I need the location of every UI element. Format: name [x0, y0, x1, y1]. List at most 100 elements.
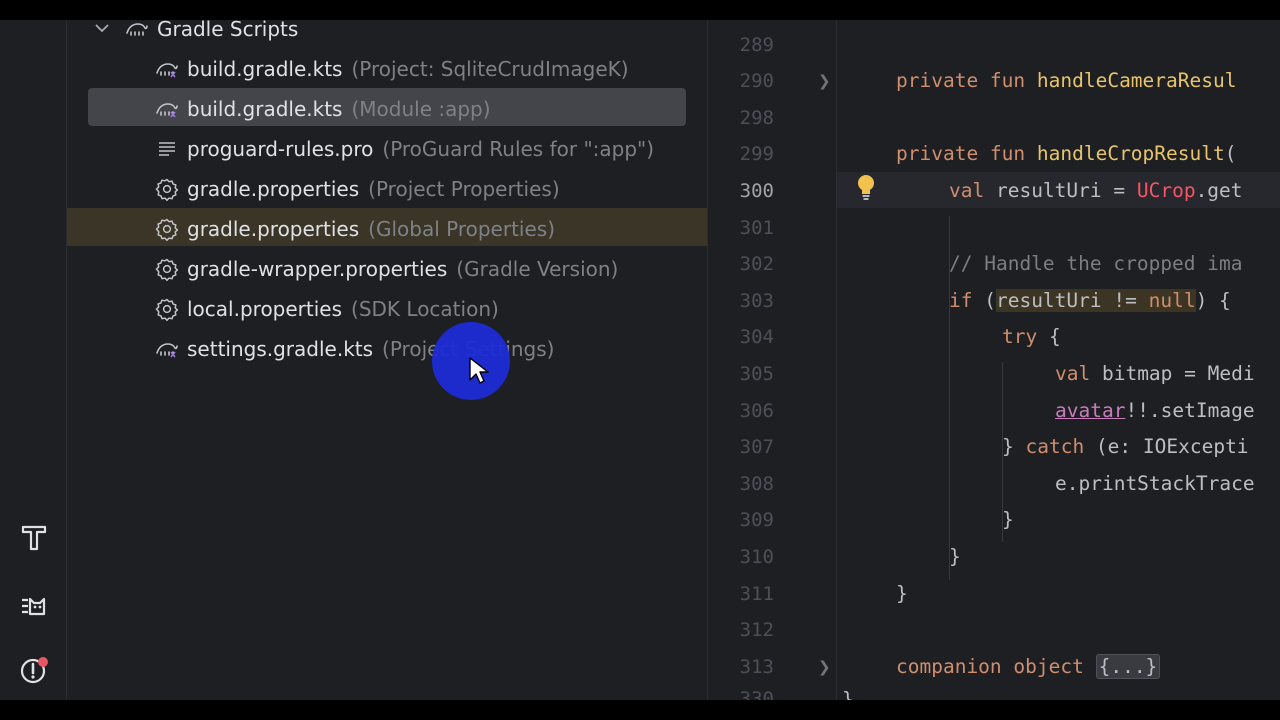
tree-item-name: gradle.properties — [187, 177, 360, 201]
tree-item[interactable]: build.gradle.kts (Module :app) — [153, 90, 793, 128]
code-line-330: } — [842, 688, 854, 700]
line-number: 305 — [739, 363, 774, 385]
code-token: bitmap = Medi — [1090, 362, 1255, 385]
tree-item[interactable]: build.gradle.kts (Project: SqliteCrudIma… — [153, 50, 793, 88]
code-line-308: e.printStackTrace — [1055, 472, 1255, 495]
mouse-pointer-icon — [469, 357, 489, 384]
line-number: 313 — [739, 656, 774, 678]
code-token: ( — [1224, 142, 1237, 165]
gradle-elephant-icon — [123, 20, 151, 43]
gradle-elephant-icon — [153, 95, 181, 123]
tree-item-hint: (Gradle Version) — [456, 257, 619, 281]
line-number: 308 — [739, 473, 774, 495]
line-number: 299 — [739, 143, 774, 165]
line-number: 312 — [739, 619, 774, 641]
collapsed-region[interactable]: {...} — [1095, 654, 1161, 679]
keyword-token: if — [949, 289, 973, 312]
code-line-300: val resultUri = UCrop.get — [949, 179, 1243, 202]
line-number: 330 — [739, 688, 774, 700]
code-line-307: } catch (e: IOExcepti — [1002, 435, 1249, 458]
lightbulb-icon[interactable] — [855, 173, 877, 201]
problems-icon[interactable] — [14, 650, 54, 690]
code-line-305: val bitmap = Medi — [1055, 362, 1255, 385]
code-line-306: avatar!!.setImage — [1055, 399, 1255, 422]
code-line-303: if (resultUri != null) { — [949, 289, 1231, 312]
code-token: resultUri != — [995, 289, 1149, 312]
line-number: 303 — [739, 290, 774, 312]
code-token: ) { — [1195, 289, 1231, 312]
tree-item-name: gradle-wrapper.properties — [187, 257, 448, 281]
keyword-token: private fun — [896, 69, 1037, 92]
build-hammer-icon[interactable] — [14, 518, 54, 558]
tree-item-name: build.gradle.kts — [187, 57, 343, 81]
highlighted-expression: resultUri != null — [995, 289, 1196, 312]
line-number: 304 — [739, 326, 774, 348]
code-token: } — [1002, 435, 1026, 458]
gear-icon — [153, 215, 181, 243]
line-number: 289 — [739, 34, 774, 56]
tree-item-hint: (Project: SqliteCrudImageK) — [351, 57, 629, 81]
tree-item-name: settings.gradle.kts — [187, 337, 374, 361]
code-line-302-comment: // Handle the cropped ima — [949, 252, 1243, 275]
keyword-token: private fun — [896, 142, 1037, 165]
code-token: ( — [972, 289, 996, 312]
gradle-elephant-icon — [153, 335, 181, 363]
tree-item[interactable]: gradle-wrapper.properties (Gradle Versio… — [153, 250, 793, 288]
ide-window: Gradle Scripts build.gradle.kts (Project… — [0, 20, 1280, 700]
tree-item-hint: (SDK Location) — [351, 297, 499, 321]
text-lines-icon — [153, 135, 181, 163]
tree-group-gradle-scripts[interactable]: Gradle Scripts — [91, 20, 731, 48]
tool-window-strip — [0, 20, 67, 700]
tree-group-label: Gradle Scripts — [157, 20, 299, 41]
logcat-cat-icon[interactable] — [14, 586, 54, 626]
code-token: !!.setImage — [1125, 399, 1255, 422]
keyword-token: val — [949, 179, 985, 202]
tree-item-name: local.properties — [187, 297, 343, 321]
code-token: .get — [1195, 179, 1243, 202]
code-line-313: companion object {...} — [896, 654, 1161, 679]
tree-item[interactable]: gradle.properties (Project Properties) — [153, 170, 793, 208]
code-line-290: private fun handleCameraResul — [896, 69, 1236, 92]
code-token: { — [1037, 325, 1061, 348]
tree-item-hint: (Global Properties) — [368, 217, 555, 241]
code-token: resultUri = — [984, 179, 1137, 202]
code-line-311: } — [896, 582, 908, 605]
project-tree: Gradle Scripts build.gradle.kts (Project… — [67, 20, 707, 700]
line-number: 311 — [739, 583, 774, 605]
function-name-token: handleCameraResul — [1036, 69, 1237, 92]
property-token: avatar — [1055, 399, 1126, 422]
line-number: 307 — [739, 436, 774, 458]
line-number: 309 — [739, 509, 774, 531]
gear-icon — [153, 175, 181, 203]
line-number: 290 — [739, 70, 774, 92]
line-number-current: 300 — [739, 180, 774, 202]
function-name-token: handleCropResult — [1036, 142, 1225, 165]
gear-icon — [153, 295, 181, 323]
code-line-309: } — [1002, 508, 1014, 531]
keyword-token: catch — [1025, 435, 1085, 458]
code-line-304: try { — [1002, 325, 1061, 348]
tree-item[interactable]: proguard-rules.pro (ProGuard Rules for "… — [153, 130, 793, 168]
code-line-310: } — [949, 545, 961, 568]
fold-expand-icon[interactable]: ❯ — [818, 658, 831, 676]
line-number: 310 — [739, 546, 774, 568]
gear-icon — [153, 255, 181, 283]
tree-item-hint: (ProGuard Rules for ":app") — [382, 137, 655, 161]
line-number: 301 — [739, 217, 774, 239]
line-number: 302 — [739, 253, 774, 275]
keyword-token: val — [1055, 362, 1091, 385]
line-number: 306 — [739, 400, 774, 422]
tree-item-name: build.gradle.kts — [187, 97, 343, 121]
class-token: UCrop — [1136, 179, 1196, 202]
tree-item-name: gradle.properties — [187, 217, 360, 241]
tree-item-name: proguard-rules.pro — [187, 137, 374, 161]
tree-item[interactable]: gradle.properties (Global Properties) — [153, 210, 793, 248]
tree-item-hint: (Project Properties) — [368, 177, 560, 201]
tree-item-hint: (Module :app) — [351, 97, 491, 121]
code-editor[interactable]: 289 290 298 299 300 301 302 303 304 305 … — [707, 20, 1280, 700]
chevron-down-icon[interactable] — [91, 24, 113, 34]
keyword-token: null — [1148, 289, 1196, 312]
code-token: (e: IOExcepti — [1084, 435, 1249, 458]
code-line-299: private fun handleCropResult( — [896, 142, 1236, 165]
fold-expand-icon[interactable]: ❯ — [818, 72, 831, 90]
